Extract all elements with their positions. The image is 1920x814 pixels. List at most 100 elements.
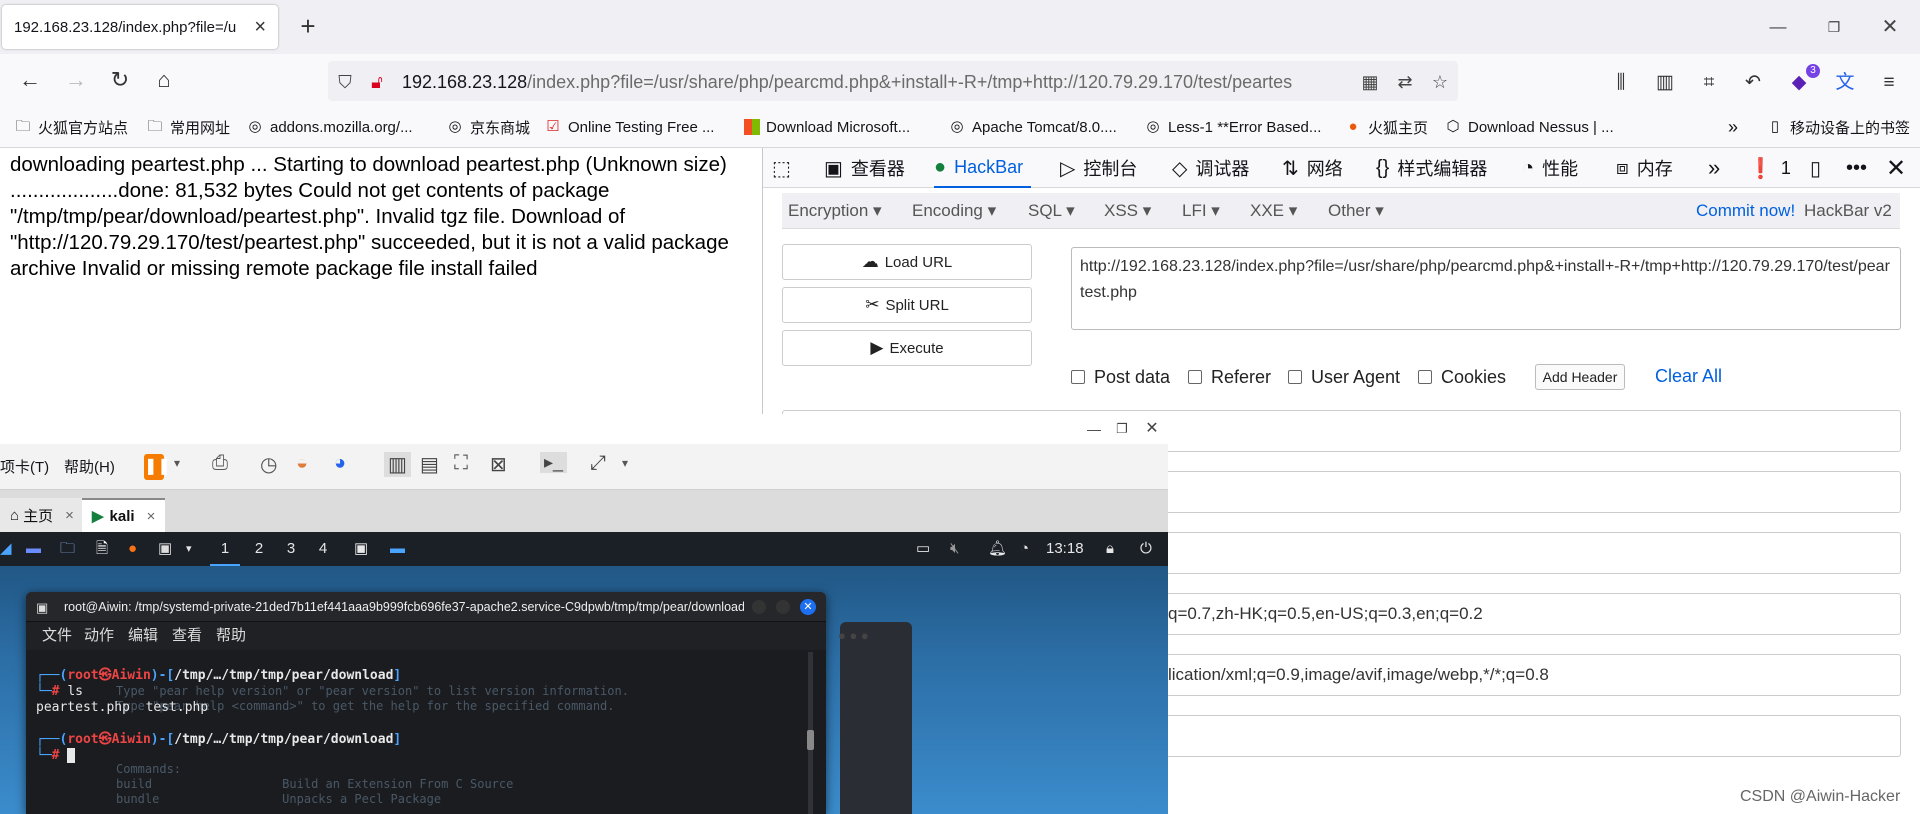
menu-file[interactable]: 文件: [42, 622, 72, 650]
menu-view[interactable]: 查看: [172, 622, 202, 650]
tab-inspector[interactable]: ▣ 查看器: [824, 148, 905, 188]
more-tools-chevron-icon[interactable]: »: [1708, 148, 1720, 188]
bookmark-item[interactable]: ● 火狐主页: [1344, 112, 1428, 142]
stretch-dropdown-icon[interactable]: ▾: [622, 456, 628, 470]
tab-performance[interactable]: ◔ 性能: [1522, 148, 1578, 188]
dock-icon[interactable]: ▯: [1810, 148, 1829, 188]
hackbar-url-textarea[interactable]: http://192.168.23.128/index.php?file=/us…: [1071, 247, 1901, 330]
browser-tab[interactable]: 192.168.23.128/index.php?file=/u ×: [2, 5, 278, 49]
clear-all-link[interactable]: Clear All: [1655, 364, 1722, 388]
workspace-1[interactable]: 1: [210, 532, 240, 566]
sidebar-view-icon[interactable]: ▥: [384, 452, 411, 477]
url-text[interactable]: 192.168.23.128/index.php?file=/usr/share…: [402, 72, 1352, 94]
translator-extension-icon[interactable]: 文: [1830, 68, 1860, 98]
error-count[interactable]: ❗ 1: [1748, 148, 1791, 188]
execute-button[interactable]: ▶ Execute: [782, 330, 1032, 366]
bookmark-item[interactable]: ◎ Less-1 **Error Based...: [1144, 112, 1321, 142]
stretch-icon[interactable]: ⤢: [590, 452, 606, 475]
display-icon[interactable]: ▭: [916, 532, 930, 566]
window-list-terminal-icon[interactable]: ▣: [354, 532, 368, 566]
close-tab-icon[interactable]: ×: [65, 507, 74, 524]
new-tab-button[interactable]: +: [292, 12, 324, 42]
mobile-bookmarks[interactable]: ▯ 移动设备上的书签: [1766, 112, 1910, 142]
cookies-checkbox[interactable]: Cookies: [1418, 366, 1506, 388]
pause-vm-icon[interactable]: ❚❚: [144, 454, 171, 480]
close-window-icon[interactable]: ✕: [1872, 14, 1908, 40]
qr-code-icon[interactable]: ▦: [1357, 69, 1383, 95]
tab-style-editor[interactable]: {} 样式编辑器: [1376, 148, 1487, 188]
tab-debugger[interactable]: ◇ 调试器: [1172, 148, 1249, 188]
kali-menu-icon[interactable]: ◢: [0, 532, 12, 566]
terminal-maximize-icon[interactable]: [776, 600, 790, 614]
element-picker-icon[interactable]: ⬚: [772, 148, 799, 188]
reload-icon[interactable]: ↻: [104, 64, 136, 96]
bookmark-item[interactable]: 🗀 火狐官方站点: [14, 112, 128, 142]
bookmark-star-icon[interactable]: ☆: [1427, 69, 1453, 95]
mute-icon[interactable]: 🔇︎: [950, 532, 959, 566]
forward-arrow-icon[interactable]: →: [60, 64, 92, 96]
command-line[interactable]: └─#: [36, 748, 76, 764]
menu-help[interactable]: 帮助: [216, 622, 246, 650]
sidebar-icon[interactable]: ▥: [1650, 68, 1680, 98]
tab-console[interactable]: ▷ 控制台: [1060, 148, 1137, 188]
bookmark-item[interactable]: ◎ Apache Tomcat/8.0....: [948, 112, 1116, 142]
more-options-icon[interactable]: •••: [1846, 148, 1875, 188]
terminal-scrollbar-thumb[interactable]: [807, 730, 814, 750]
shield-icon[interactable]: ⛉: [332, 69, 358, 95]
tab-memory[interactable]: ⧈ 内存: [1616, 148, 1673, 188]
load-url-button[interactable]: ☁ Load URL: [782, 244, 1032, 280]
menu-help[interactable]: 帮助(H): [64, 456, 115, 477]
bookmark-item[interactable]: 🗀 常用网址: [146, 112, 230, 142]
undo-icon[interactable]: ↶: [1738, 68, 1768, 98]
show-desktop-icon[interactable]: ▬: [26, 532, 41, 566]
menu-hamburger-icon[interactable]: ≡: [1874, 68, 1904, 98]
bookmark-item[interactable]: Download Microsoft...: [744, 112, 910, 142]
file-manager-icon[interactable]: 🗀: [60, 532, 75, 566]
menu-lfi[interactable]: LFI ▾: [1182, 193, 1220, 229]
tab-network[interactable]: ⇅ 网络: [1282, 148, 1343, 188]
terminal-close-icon[interactable]: ✕: [800, 599, 816, 615]
terminal-minimize-icon[interactable]: [752, 600, 766, 614]
window-list-app-icon[interactable]: ▬: [390, 532, 405, 566]
firefox-icon[interactable]: ●: [128, 532, 137, 566]
send-keys-icon[interactable]: ⎙: [212, 452, 228, 475]
tab-hackbar[interactable]: ● HackBar: [934, 148, 1032, 188]
terminal-icon[interactable]: ▣: [158, 532, 172, 566]
menu-encryption[interactable]: Encryption ▾: [788, 193, 882, 229]
menu-encoding[interactable]: Encoding ▾: [912, 193, 996, 229]
referer-checkbox[interactable]: Referer: [1188, 366, 1271, 388]
home-icon[interactable]: ⌂: [148, 64, 180, 96]
translate-icon[interactable]: ⇄: [1392, 69, 1418, 95]
workspace-2[interactable]: 2: [244, 532, 274, 566]
menu-xxe[interactable]: XXE ▾: [1250, 193, 1297, 229]
logout-icon[interactable]: ⏻: [1140, 532, 1152, 566]
bookmark-item[interactable]: ⬡ Download Nessus | ...: [1444, 112, 1613, 142]
back-arrow-icon[interactable]: ←: [14, 64, 46, 96]
user-agent-checkbox[interactable]: User Agent: [1288, 366, 1400, 388]
menu-edit[interactable]: 编辑: [128, 622, 158, 650]
console-view-icon[interactable]: ▸_: [540, 452, 568, 473]
workspace-4[interactable]: 4: [308, 532, 338, 566]
bookmark-item[interactable]: ◎ addons.mozilla.org/...: [246, 112, 412, 142]
bookmark-item[interactable]: ☑ Online Testing Free ...: [544, 112, 714, 142]
insecure-lock-icon[interactable]: 🔓︎: [364, 69, 390, 95]
close-devtools-icon[interactable]: ✕: [1886, 148, 1906, 188]
notification-bell-icon[interactable]: 🔔︎: [988, 532, 1007, 566]
unity-icon[interactable]: ⊠: [490, 452, 507, 477]
close-tab-icon[interactable]: ×: [147, 508, 156, 525]
menu-other[interactable]: Other ▾: [1328, 193, 1384, 229]
lock-icon[interactable]: 🔒︎: [1106, 532, 1114, 566]
library-icon[interactable]: ⫼: [1606, 68, 1636, 98]
restore-icon[interactable]: ❐: [1816, 14, 1852, 40]
add-header-button[interactable]: Add Header: [1535, 364, 1625, 390]
split-url-button[interactable]: ✂ Split URL: [782, 287, 1032, 323]
text-editor-icon[interactable]: 🗎: [96, 532, 108, 566]
bg-terminal-controls[interactable]: ● ● ●: [838, 628, 869, 643]
post-data-checkbox[interactable]: Post data: [1071, 366, 1170, 388]
vm-tab-home[interactable]: ⌂ 主页 ×: [0, 498, 84, 532]
commit-now-link[interactable]: Commit now!: [1696, 193, 1795, 229]
revert-snapshot-icon[interactable]: ◒: [296, 452, 308, 475]
terminal-dropdown-icon[interactable]: ▾: [186, 532, 192, 566]
screenshot-crop-icon[interactable]: ⌗: [1694, 68, 1724, 98]
pause-dropdown-icon[interactable]: ▾: [174, 456, 180, 470]
